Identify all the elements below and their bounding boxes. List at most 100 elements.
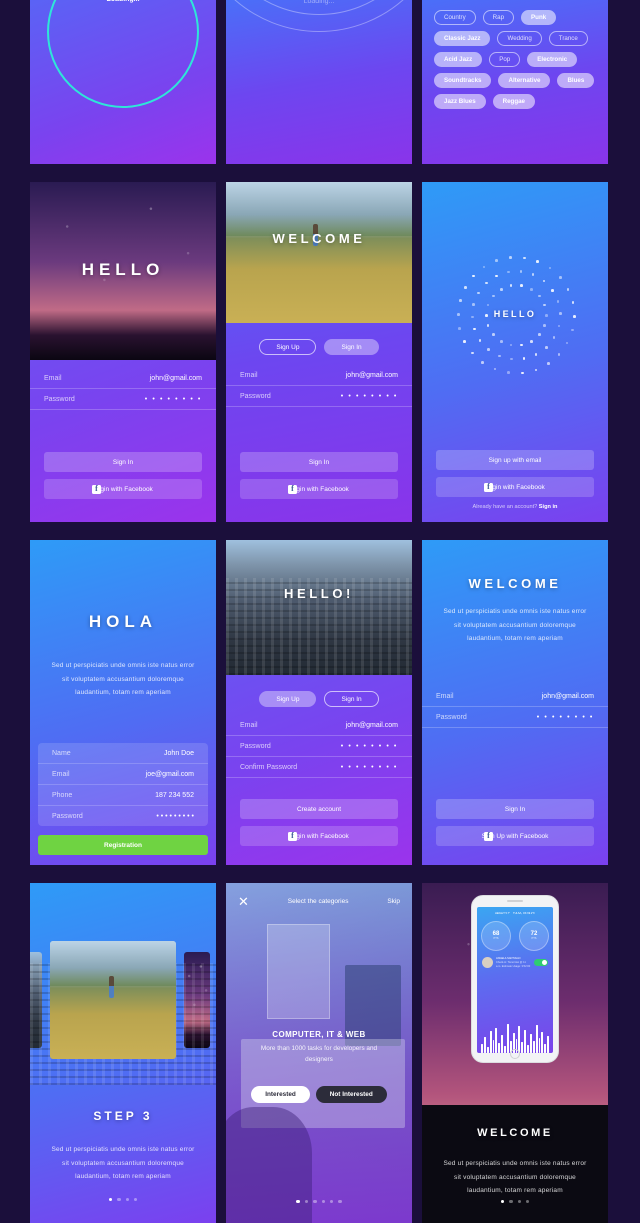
registration-button[interactable]: Registration xyxy=(38,835,208,855)
skip-button[interactable]: Skip xyxy=(387,898,400,905)
page-dot[interactable] xyxy=(108,1197,113,1201)
category-tag[interactable]: Classic Jazz xyxy=(434,31,491,46)
image-carousel[interactable] xyxy=(30,915,216,1085)
loading-ring-icon xyxy=(47,0,199,108)
carousel-card-prev[interactable] xyxy=(30,952,42,1048)
page-dot[interactable] xyxy=(321,1199,325,1203)
chart-bar xyxy=(538,1037,541,1053)
signup-tab[interactable]: Sign Up xyxy=(259,339,317,355)
signin-button[interactable]: Sign In xyxy=(44,452,202,472)
category-tag[interactable]: Punk xyxy=(521,10,557,25)
email-label: Email xyxy=(44,375,62,382)
not-interested-button[interactable]: Not Interested xyxy=(315,1085,387,1103)
category-tag[interactable]: Pop xyxy=(489,52,521,67)
page-dot[interactable] xyxy=(296,1199,300,1203)
category-tag[interactable]: Reggae xyxy=(492,94,535,109)
carousel-page-dots[interactable] xyxy=(30,1197,216,1201)
chart-bar xyxy=(492,1039,495,1053)
page-dot[interactable] xyxy=(313,1199,317,1203)
signin-tab[interactable]: Sign In xyxy=(324,339,379,355)
password-field[interactable]: Password • • • • • • • • xyxy=(226,386,412,407)
chart-bar xyxy=(527,1045,529,1053)
email-value: john@gmail.com xyxy=(345,722,398,729)
close-icon[interactable]: ✕ xyxy=(238,895,249,908)
screen-loading-ring: Loading... xyxy=(30,0,216,164)
chart-bar xyxy=(501,1034,503,1053)
password-field[interactable]: Password • • • • • • • • xyxy=(30,389,216,410)
window-shape xyxy=(266,923,331,1019)
signin-button[interactable]: Sign In xyxy=(436,799,594,819)
screen-title: WELCOME xyxy=(477,1127,553,1139)
category-tag[interactable]: Blues xyxy=(557,73,595,88)
facebook-login-button[interactable]: f Login with Facebook xyxy=(44,479,202,499)
email-field[interactable]: Email john@gmail.com xyxy=(422,686,608,707)
toggle-switch[interactable] xyxy=(534,959,548,967)
signin-footer-text: Already have an account? xyxy=(472,504,538,510)
page-dot[interactable] xyxy=(117,1197,121,1201)
page-dot[interactable] xyxy=(329,1199,334,1203)
signin-footer-link[interactable]: Sign in xyxy=(539,504,558,510)
loading-label: Loading... xyxy=(303,0,335,5)
app-bar-chart xyxy=(481,1005,549,1053)
registration-field[interactable]: Password • • • • • • • • • xyxy=(38,806,208,826)
page-dot[interactable] xyxy=(338,1199,342,1203)
screen-select-categories: ✕ Select the categories Skip COMPUTER, I… xyxy=(226,883,412,1223)
screen-hola-registration: HOLA Sed ut perspiciatis unde omnis iste… xyxy=(30,540,216,865)
registration-field[interactable]: Phone 187 234 552 xyxy=(38,785,208,806)
category-tag[interactable]: Soundtracks xyxy=(434,73,492,88)
page-dot[interactable] xyxy=(500,1199,505,1203)
email-field[interactable]: Email john@gmail.com xyxy=(226,715,412,736)
signin-footer[interactable]: Already have an account? Sign in xyxy=(422,504,608,514)
registration-field[interactable]: Email joe@gmail.com xyxy=(38,764,208,785)
screen-step3-carousel: STEP 3 Sed ut perspiciatis unde omnis is… xyxy=(30,883,216,1223)
category-tag[interactable]: Electronic xyxy=(527,52,578,67)
page-dot[interactable] xyxy=(133,1197,138,1201)
registration-field[interactable]: Name John Doe xyxy=(38,743,208,764)
create-account-button[interactable]: Create account xyxy=(240,799,398,819)
email-field[interactable]: Email john@gmail.com xyxy=(30,368,216,389)
email-field[interactable]: Email john@gmail.com xyxy=(226,365,412,386)
page-dot[interactable] xyxy=(304,1199,309,1203)
app-contact-card: ANGELA SANTIAGO Check-in: Tomorrow @ 11 … xyxy=(482,957,548,969)
email-label: Email xyxy=(240,722,258,729)
confirm-password-field[interactable]: Confirm Password • • • • • • • • xyxy=(226,757,412,778)
facebook-login-button[interactable]: f Login with Facebook xyxy=(436,477,594,497)
password-field[interactable]: Password • • • • • • • • xyxy=(226,736,412,757)
category-tag[interactable]: Acid Jazz xyxy=(434,52,483,67)
chart-bar xyxy=(518,1026,521,1053)
score-ring-left: 68 PTS xyxy=(481,921,511,951)
onboarding-page-dots[interactable] xyxy=(226,1199,412,1203)
category-tag[interactable]: Rap xyxy=(482,10,515,25)
onboarding-page-dots[interactable] xyxy=(422,1199,608,1203)
chart-bar xyxy=(481,1044,483,1053)
page-dot[interactable] xyxy=(125,1197,129,1201)
chart-bar xyxy=(486,1047,489,1053)
category-tag[interactable]: Country xyxy=(434,10,476,25)
signin-button[interactable]: Sign In xyxy=(240,452,398,472)
carousel-card-active[interactable] xyxy=(50,941,176,1059)
facebook-signup-button[interactable]: f Sign Up with Facebook xyxy=(436,826,594,846)
interested-button[interactable]: Interested xyxy=(251,1085,310,1103)
status-right: TULSA, OK 69.2°F xyxy=(513,912,535,915)
facebook-login-button[interactable]: f Login with Facebook xyxy=(240,479,398,499)
field-label: Password xyxy=(52,813,83,820)
password-field[interactable]: Password • • • • • • • • xyxy=(422,707,608,728)
screen-title: WELCOME xyxy=(468,576,562,591)
signup-tab[interactable]: Sign Up xyxy=(259,691,317,707)
category-tag[interactable]: Jazz Blues xyxy=(434,94,486,109)
signup-email-button[interactable]: Sign up with email xyxy=(436,450,594,470)
category-tag[interactable]: Wedding xyxy=(497,31,542,46)
field-value: 187 234 552 xyxy=(155,792,194,799)
field-value: • • • • • • • • • xyxy=(156,813,194,820)
score-left-unit: PTS xyxy=(493,936,499,940)
category-tag[interactable]: Trance xyxy=(548,31,588,46)
page-dot[interactable] xyxy=(509,1199,513,1203)
hero-image-city: HELLO! xyxy=(226,540,412,675)
hero-image-night-sky: HELLO xyxy=(30,182,216,360)
category-tag[interactable]: Alternative xyxy=(498,73,551,88)
email-value: john@gmail.com xyxy=(149,375,202,382)
facebook-login-button[interactable]: f Login with Facebook xyxy=(240,826,398,846)
page-dot[interactable] xyxy=(525,1199,530,1203)
signin-tab[interactable]: Sign In xyxy=(324,691,379,707)
page-dot[interactable] xyxy=(517,1199,521,1203)
